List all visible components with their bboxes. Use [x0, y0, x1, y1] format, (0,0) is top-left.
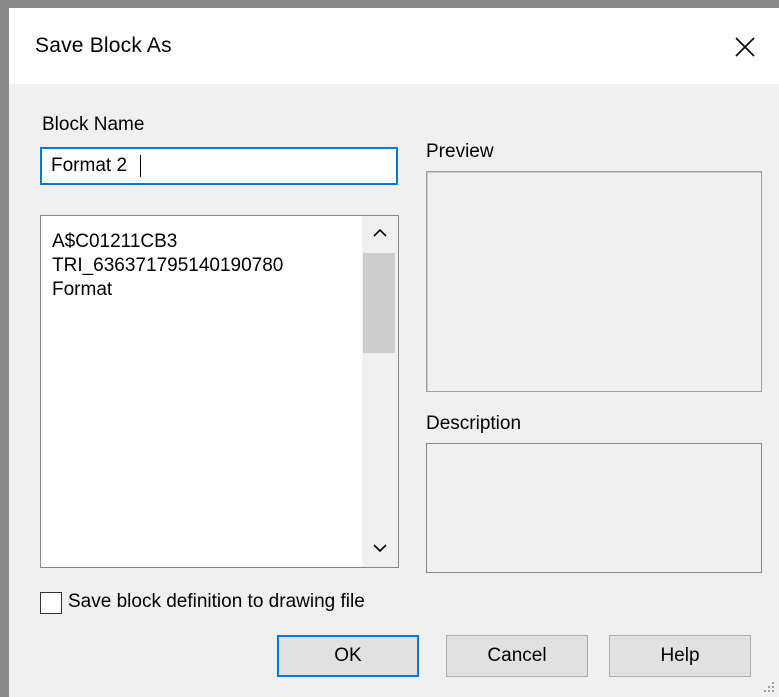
block-name-label: Block Name: [42, 114, 145, 135]
save-definition-label: Save block definition to drawing file: [68, 591, 365, 612]
block-name-input[interactable]: [40, 147, 398, 185]
preview-pane: [426, 171, 762, 392]
close-icon: [735, 37, 755, 57]
scroll-down-button[interactable]: [362, 531, 398, 567]
description-field[interactable]: [426, 443, 762, 573]
scroll-thumb[interactable]: [363, 253, 395, 353]
help-button[interactable]: Help: [609, 635, 751, 677]
block-list-scrollbar[interactable]: [362, 216, 398, 567]
cancel-button[interactable]: Cancel: [446, 635, 588, 677]
block-list-items: A$C01211CB3 TRI_636371795140190780 Forma…: [52, 230, 283, 302]
description-label: Description: [426, 413, 522, 434]
window-frame-left: [0, 0, 9, 697]
text-caret: [140, 155, 141, 177]
list-item[interactable]: TRI_636371795140190780: [52, 254, 283, 278]
title-bar: Save Block As: [9, 8, 779, 84]
list-item[interactable]: Format: [52, 278, 283, 302]
list-item[interactable]: A$C01211CB3: [52, 230, 283, 254]
ok-button[interactable]: OK: [277, 635, 419, 677]
block-list[interactable]: A$C01211CB3 TRI_636371795140190780 Forma…: [40, 215, 399, 568]
dialog-title: Save Block As: [35, 34, 172, 57]
chevron-down-icon: [373, 544, 387, 553]
chevron-up-icon: [373, 228, 387, 237]
close-button[interactable]: [721, 26, 769, 68]
save-block-as-dialog: Save Block As Block Name A$C01211CB3 TRI…: [9, 8, 779, 697]
scroll-up-button[interactable]: [362, 216, 398, 252]
save-definition-checkbox[interactable]: [40, 592, 62, 614]
window-frame-top: [0, 0, 779, 8]
resize-grip-icon[interactable]: [763, 681, 775, 693]
preview-label: Preview: [426, 141, 494, 162]
